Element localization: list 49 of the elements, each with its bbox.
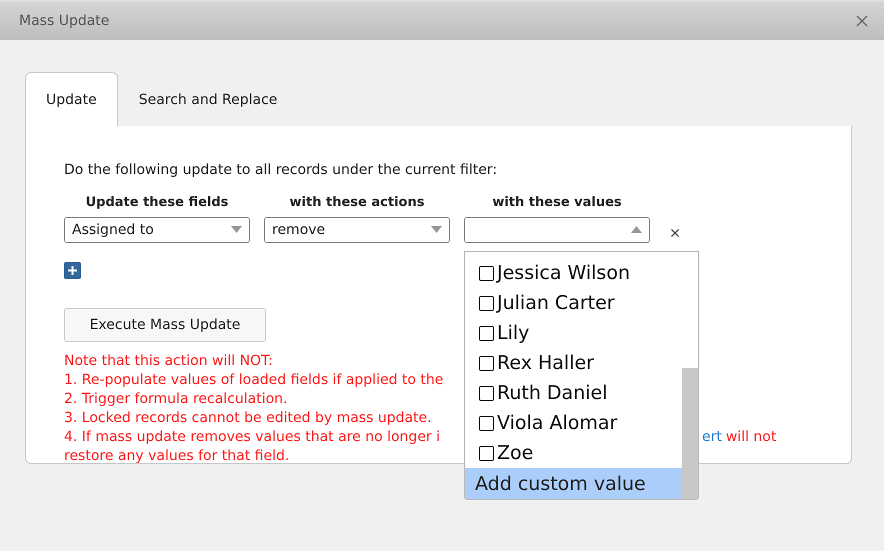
action-dropdown[interactable]: remove	[264, 216, 450, 242]
list-option[interactable]: Julian Carter	[465, 288, 682, 318]
warning-text: 3. Locked records cannot be edited by mass update.	[64, 409, 432, 428]
remove-button[interactable]: ×	[664, 223, 686, 244]
column-header: with these values	[491, 195, 623, 210]
list-option[interactable]: Viola Alomar	[465, 408, 682, 438]
option-label: Jessica Wilson	[497, 262, 630, 284]
checkbox[interactable]	[479, 416, 494, 430]
option-label: Rex Haller	[497, 352, 594, 374]
list-option[interactable]: Jessica Wilson	[465, 258, 682, 288]
checkbox[interactable]	[479, 266, 494, 280]
add-button[interactable]	[64, 262, 81, 279]
warning-text: 1. Re-populate values of loaded fields if applied to the	[64, 371, 444, 390]
option-label: Zoe	[497, 442, 534, 464]
list-option[interactable]: Add custom value	[465, 468, 682, 499]
list-option[interactable]: Lily	[465, 318, 682, 348]
close-button[interactable]	[854, 13, 870, 29]
checkbox[interactable]	[479, 356, 494, 370]
option-label: Ruth Daniel	[497, 382, 608, 404]
warning-text: will not	[726, 428, 776, 447]
list-option[interactable]: Rex Haller	[465, 348, 682, 378]
list-option[interactable]: Ruth Daniel	[465, 378, 682, 408]
option-label: Viola Alomar	[497, 412, 618, 434]
column-header: with these actions	[288, 195, 426, 210]
warning-text: 2. Trigger formula recalculation.	[64, 390, 288, 409]
instruction-text: Do the following update to all records under the current filter:	[64, 162, 498, 178]
values-dropdown[interactable]	[464, 216, 650, 242]
link[interactable]: ert	[702, 428, 722, 447]
tab[interactable]: Search and Replace	[118, 72, 298, 126]
list-option[interactable]: Zoe	[465, 438, 682, 468]
caret-icon	[231, 226, 242, 233]
checkbox[interactable]	[479, 296, 494, 310]
warning-text: Note that this action will NOT:	[64, 352, 273, 371]
caret-icon	[431, 226, 442, 233]
checkbox[interactable]	[479, 326, 494, 340]
checkbox[interactable]	[479, 446, 494, 460]
checkbox[interactable]	[479, 386, 494, 400]
column-header: Update these fields	[84, 195, 230, 210]
warning-text: 4. If mass update removes values that are no longer i	[64, 429, 440, 445]
plus-icon	[68, 266, 77, 275]
field-dropdown[interactable]: Assigned to	[64, 216, 250, 242]
execute-button[interactable]: Execute Mass Update	[64, 308, 266, 342]
option-label: Lily	[497, 322, 530, 344]
scrollbar-thumb[interactable]	[682, 368, 698, 499]
window-title: Mass Update	[19, 13, 110, 29]
option-label: Julian Carter	[497, 292, 615, 314]
tab[interactable]: Update	[25, 72, 118, 126]
caret-icon	[631, 226, 642, 233]
warning-text: restore any values for that field.	[64, 447, 290, 466]
